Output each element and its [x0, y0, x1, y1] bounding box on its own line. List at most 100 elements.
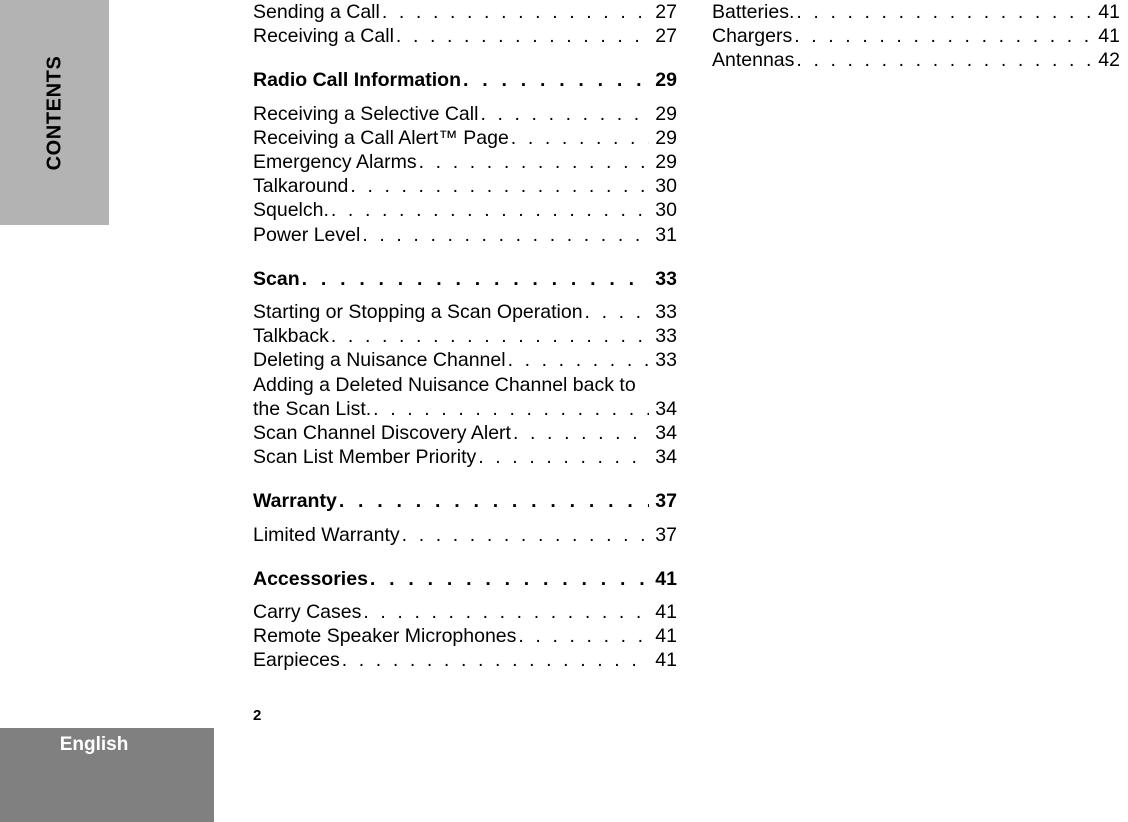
toc-section-entry[interactable]: Accessories. . . . . . . . . . . . . . .…: [253, 567, 677, 591]
language-label: English: [59, 734, 129, 755]
language-band: English: [0, 728, 214, 822]
page-number: 2: [253, 707, 262, 724]
toc-entry[interactable]: Batteries.. . . . . . . . . . . . . . . …: [712, 0, 1120, 24]
leader-dots: . . . . . . . . . . . . . . . . . . . . …: [363, 601, 649, 624]
toc-entry-page: 27: [655, 1, 677, 23]
toc-entry-page: 31: [655, 223, 677, 246]
toc-entry[interactable]: Squelch.. . . . . . . . . . . . . . . . …: [253, 198, 677, 222]
toc-entry[interactable]: Carry Cases. . . . . . . . . . . . . . .…: [253, 600, 677, 624]
toc-entry[interactable]: Deleting a Nuisance Channel. . . . . . .…: [253, 348, 677, 372]
toc-entry-title: Batteries.: [712, 1, 795, 23]
toc-entry-title: Sending a Call: [253, 1, 380, 23]
leader-dots: . . . . . . . . . . . . . . . . . . . . …: [518, 625, 649, 648]
toc-entry[interactable]: Receiving a Call Alert™ Page. . . . . . …: [253, 126, 677, 150]
leader-dots: . . . . . . . . . . . . . . . . . . . . …: [480, 102, 649, 125]
toc-entry-title: Scan: [253, 267, 300, 290]
leader-dots: . . . . . . . . . . . . . . . . . . . . …: [512, 422, 649, 445]
toc-entry-page: 27: [655, 25, 677, 48]
toc-entry[interactable]: Talkback. . . . . . . . . . . . . . . . …: [253, 324, 677, 348]
leader-dots: . . . . . . . . . . . . . . . . . . . . …: [330, 325, 649, 348]
toc-entry-title: Limited Warranty: [253, 523, 400, 546]
toc-entry-page: 30: [655, 199, 677, 222]
leader-dots: . . . . . . . . . . . . . . . . . . . . …: [338, 490, 649, 513]
leader-dots: . . . . . . . . . . . . . . . . . . . . …: [373, 397, 649, 420]
toc-entry-title: Scan List Member Priority: [253, 446, 477, 469]
toc-entry-title: Emergency Alarms: [253, 151, 417, 174]
toc-section-entry[interactable]: Radio Call Information. . . . . . . . . …: [253, 68, 677, 92]
toc-entry-page: 34: [655, 397, 677, 420]
toc-entry-page: 41: [655, 567, 677, 590]
toc-entry-title-line2: the Scan List.: [253, 397, 372, 420]
toc-entry-page: 41: [1098, 25, 1120, 48]
toc-entry-title: Antennas: [712, 49, 795, 72]
toc-entry-title: Starting or Stopping a Scan Operation: [253, 301, 583, 324]
toc-entry-page: 33: [655, 325, 677, 348]
toc-entry[interactable]: Sending a Call. . . . . . . . . . . . . …: [253, 0, 677, 24]
toc-section-entry[interactable]: Warranty. . . . . . . . . . . . . . . . …: [253, 489, 677, 513]
toc-entry-page: 29: [655, 102, 677, 125]
toc-entry-page: 41: [655, 601, 677, 624]
toc-entry[interactable]: Scan Channel Discovery Alert. . . . . . …: [253, 421, 677, 445]
leader-dots: . . . . . . . . . . . . . . . . . . . . …: [301, 267, 649, 290]
leader-dots: . . . . . . . . . . . . . . . . . . . . …: [478, 446, 649, 469]
contents-side-tab-label: CONTENTS: [43, 55, 65, 170]
toc-entry[interactable]: Power Level. . . . . . . . . . . . . . .…: [253, 223, 677, 247]
toc-entry-title: Receiving a Selective Call: [253, 102, 479, 125]
toc-entry-page: 41: [655, 625, 677, 648]
toc-entry[interactable]: Remote Speaker Microphones. . . . . . . …: [253, 624, 677, 648]
toc-entry[interactable]: Receiving a Call. . . . . . . . . . . . …: [253, 24, 677, 48]
toc-entry[interactable]: Receiving a Selective Call. . . . . . . …: [253, 102, 677, 126]
leader-dots: . . . . . . . . . . . . . . . . . . . . …: [330, 199, 649, 222]
leader-dots: . . . . . . . . . . . . . . . . . . . . …: [341, 649, 649, 672]
toc-entry-page: 33: [655, 267, 677, 290]
leader-dots: . . . . . . . . . . . . . . . . . . . . …: [401, 523, 649, 546]
toc-column-left: Sending a Call. . . . . . . . . . . . . …: [253, 0, 677, 673]
leader-dots: . . . . . . . . . . . . . . . . . . . . …: [350, 175, 649, 198]
contents-side-tab: CONTENTS: [0, 0, 109, 225]
toc-entry-title: Receiving a Call: [253, 25, 394, 48]
toc-entry-title: Earpieces: [253, 649, 340, 672]
toc-entry-page: 34: [655, 422, 677, 445]
toc-section-entry[interactable]: Scan. . . . . . . . . . . . . . . . . . …: [253, 267, 677, 291]
toc-entry[interactable]: Emergency Alarms. . . . . . . . . . . . …: [253, 150, 677, 174]
toc-entry-page: 34: [655, 446, 677, 469]
leader-dots: . . . . . . . . . . . . . . . . . . . . …: [381, 1, 649, 23]
toc-entry-page: 42: [1098, 49, 1120, 72]
leader-dots: . . . . . . . . . . . . . . . . . . . . …: [584, 301, 649, 324]
toc-entry-page: 33: [655, 349, 677, 372]
toc-entry[interactable]: Scan List Member Priority. . . . . . . .…: [253, 445, 677, 469]
toc-entry-title: Chargers: [712, 25, 793, 48]
toc-entry-page: 29: [655, 151, 677, 174]
toc-entry-title: Squelch.: [253, 199, 329, 222]
leader-dots: . . . . . . . . . . . . . . . . . . . . …: [369, 567, 649, 590]
toc-entry[interactable]: Talkaround. . . . . . . . . . . . . . . …: [253, 174, 677, 198]
toc-entry-title: Talkaround: [253, 175, 349, 198]
leader-dots: . . . . . . . . . . . . . . . . . . . . …: [796, 1, 1092, 23]
toc-entry-page: 37: [655, 523, 677, 546]
leader-dots: . . . . . . . . . . . . . . . . . . . . …: [796, 49, 1092, 72]
toc-entry[interactable]: Antennas. . . . . . . . . . . . . . . . …: [712, 48, 1120, 72]
toc-entry-title: Warranty: [253, 490, 337, 513]
toc-entry-title: Scan Channel Discovery Alert: [253, 422, 511, 445]
leader-dots: . . . . . . . . . . . . . . . . . . . . …: [463, 69, 649, 92]
toc-entry[interactable]: Limited Warranty. . . . . . . . . . . . …: [253, 523, 677, 547]
toc-entry-wrapped[interactable]: Adding a Deleted Nuisance Channel back t…: [253, 373, 677, 421]
toc-entry[interactable]: Earpieces. . . . . . . . . . . . . . . .…: [253, 648, 677, 672]
toc-entry-title: Radio Call Information: [253, 69, 462, 92]
leader-dots: . . . . . . . . . . . . . . . . . . . . …: [395, 25, 649, 48]
leader-dots: . . . . . . . . . . . . . . . . . . . . …: [418, 151, 649, 174]
toc-entry-page: 30: [655, 175, 677, 198]
toc-entry-page: 41: [1098, 1, 1120, 23]
toc-entry[interactable]: Chargers. . . . . . . . . . . . . . . . …: [712, 24, 1120, 48]
toc-entry-title: Accessories: [253, 567, 368, 590]
toc-column-right: Batteries.. . . . . . . . . . . . . . . …: [712, 0, 1120, 73]
toc-entry[interactable]: Starting or Stopping a Scan Operation. .…: [253, 300, 677, 324]
toc-entry-title: Talkback: [253, 325, 329, 348]
toc-entry-title: Receiving a Call Alert™ Page: [253, 126, 509, 149]
